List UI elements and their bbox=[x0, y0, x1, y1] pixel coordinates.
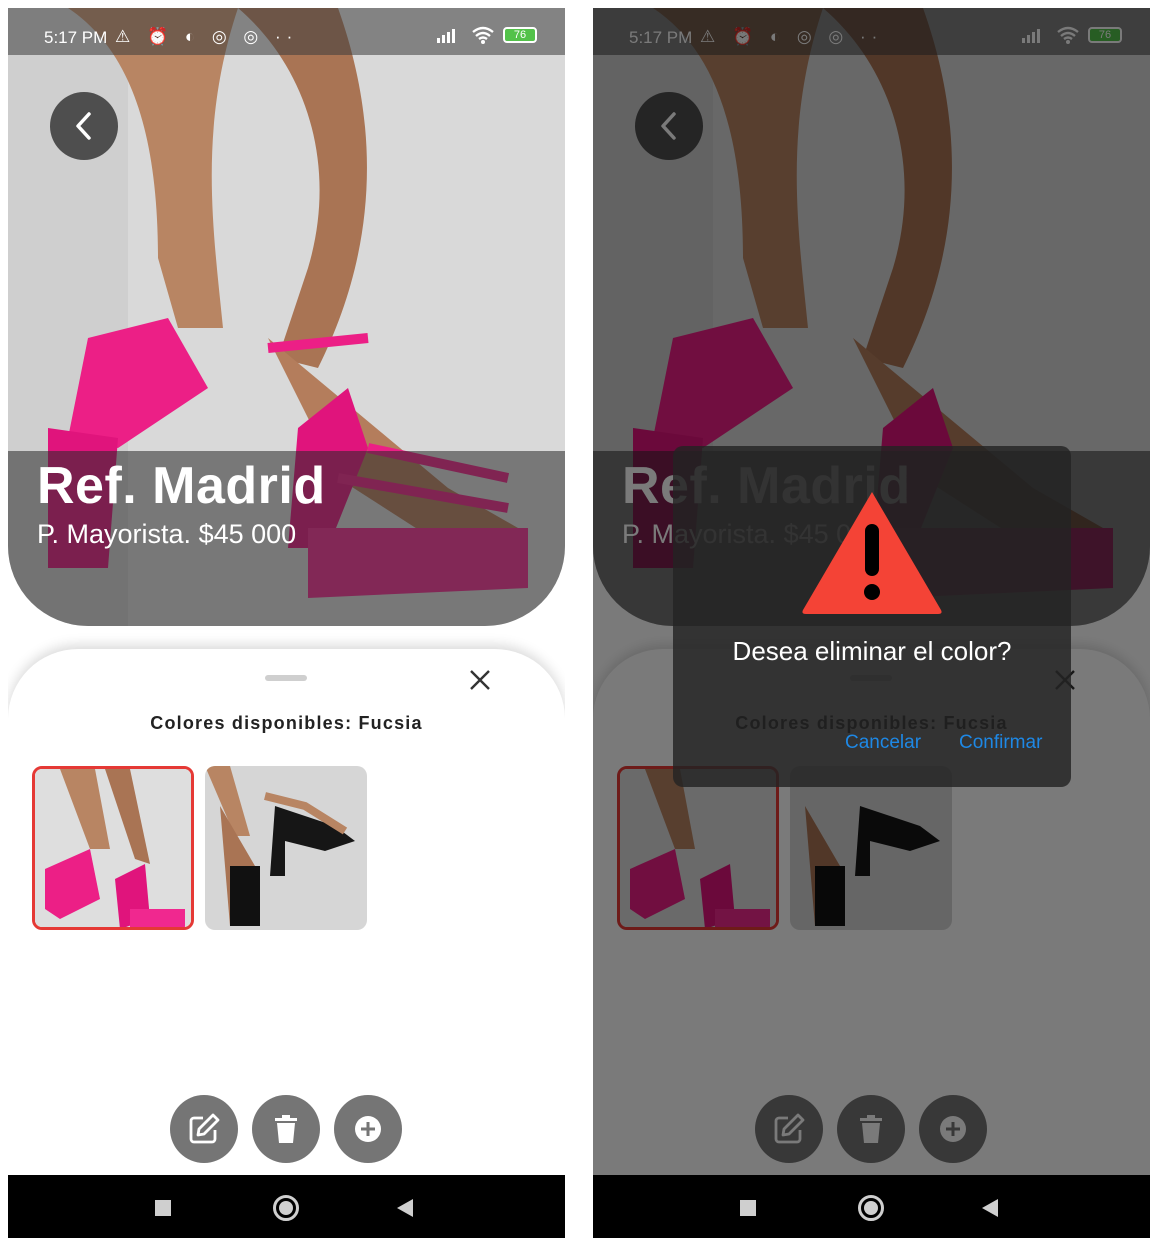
product-price: P. Mayorista. $45 000 bbox=[37, 519, 297, 549]
color-option-negro[interactable] bbox=[205, 766, 367, 930]
add-button[interactable] bbox=[334, 1095, 402, 1163]
home-button[interactable] bbox=[273, 1195, 299, 1221]
negro-shoe-thumbnail bbox=[205, 766, 367, 930]
recents-button[interactable] bbox=[740, 1200, 756, 1216]
signal-icon bbox=[437, 29, 455, 43]
close-sheet-button[interactable] bbox=[464, 664, 496, 696]
system-nav-bar bbox=[593, 1175, 1150, 1238]
home-button[interactable] bbox=[858, 1195, 884, 1221]
delete-button[interactable] bbox=[252, 1095, 320, 1163]
trash-icon bbox=[275, 1115, 297, 1143]
system-nav-bar bbox=[8, 1175, 565, 1238]
colors-available-label: Colores disponibles: Fucsia bbox=[150, 713, 423, 733]
color-option-fucsia[interactable] bbox=[32, 766, 194, 930]
battery-icon: 76 bbox=[503, 27, 537, 43]
wifi-icon bbox=[472, 26, 494, 44]
delete-color-dialog: Desea eliminar el color? Cancelar Confir… bbox=[673, 446, 1071, 787]
dialog-title: Desea eliminar el color? bbox=[732, 636, 1012, 666]
system-indicators: 76 bbox=[437, 26, 537, 44]
warning-icon bbox=[802, 492, 942, 614]
close-icon bbox=[470, 670, 490, 690]
edit-icon bbox=[189, 1113, 220, 1144]
fucsia-shoe-thumbnail bbox=[35, 769, 191, 927]
back-button[interactable] bbox=[50, 92, 118, 160]
edit-button[interactable] bbox=[170, 1095, 238, 1163]
product-detail-screen: Ref. Madrid P. Mayorista. $45 000 5:17 P… bbox=[8, 8, 565, 1238]
status-bar: 5:17 PM ⚠ ⏰ ◐ ◎ ◎ ·· 76 bbox=[8, 8, 565, 55]
system-back-button[interactable] bbox=[397, 1199, 413, 1217]
action-buttons bbox=[8, 1095, 565, 1163]
product-detail-screen-dialog: Ref. Madrid P. Mayorista. $45 000 5:17 P… bbox=[593, 8, 1150, 1238]
sheet-grabber[interactable] bbox=[265, 675, 307, 681]
recents-button[interactable] bbox=[155, 1200, 171, 1216]
system-back-button[interactable] bbox=[982, 1199, 998, 1217]
notification-icons: ⚠ ⏰ ◐ ◎ ◎ ·· bbox=[115, 27, 299, 46]
status-time: 5:17 PM bbox=[44, 28, 108, 47]
product-title: Ref. Madrid bbox=[37, 457, 326, 515]
chevron-left-icon bbox=[76, 112, 91, 140]
cancel-button[interactable]: Cancelar bbox=[845, 732, 921, 754]
add-circle-icon bbox=[355, 1116, 381, 1142]
confirm-button[interactable]: Confirmar bbox=[959, 732, 1042, 754]
